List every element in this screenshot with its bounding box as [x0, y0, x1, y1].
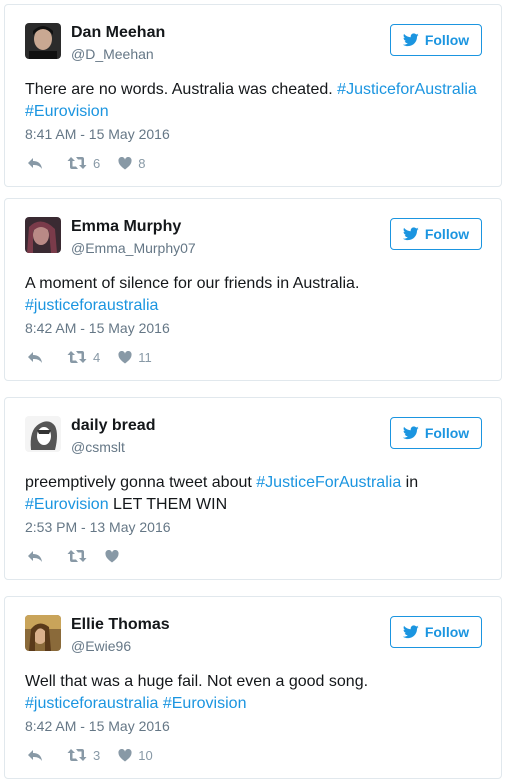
retweet-icon [67, 549, 87, 563]
tweet-actions [27, 547, 119, 565]
user-handle[interactable]: @Ewie96 [71, 637, 131, 655]
timestamp[interactable]: 8:42 AM - 15 May 2016 [25, 319, 170, 337]
like-button[interactable]: 11 [118, 350, 152, 365]
tweet-text-segment: A moment of silence for our friends in A… [25, 275, 360, 292]
heart-icon [118, 748, 132, 762]
retweet-button[interactable]: 3 [67, 748, 100, 763]
tweet-card: Emma Murphy @Emma_Murphy07 Follow A mome… [4, 198, 502, 381]
avatar[interactable] [25, 615, 61, 651]
hashtag-link[interactable]: #Eurovision [163, 695, 247, 712]
user-handle[interactable]: @csmslt [71, 438, 125, 456]
like-count: 11 [138, 349, 152, 365]
like-count: 10 [138, 747, 153, 763]
timestamp[interactable]: 8:42 AM - 15 May 2016 [25, 717, 170, 735]
retweet-count: 4 [93, 349, 101, 365]
user-handle[interactable]: @Emma_Murphy07 [71, 239, 196, 257]
tweet-card: Dan Meehan @D_Meehan Follow There are no… [4, 4, 502, 187]
tweet-card: daily bread @csmslt Follow preemptively … [4, 397, 502, 580]
follow-button[interactable]: Follow [390, 24, 482, 56]
tweet-actions: 6 8 [27, 154, 145, 172]
retweet-icon [67, 156, 87, 170]
heart-icon [105, 549, 119, 563]
timestamp[interactable]: 8:41 AM - 15 May 2016 [25, 125, 170, 143]
hashtag-link[interactable]: #Eurovision [25, 496, 109, 513]
tweet-text: A moment of silence for our friends in A… [25, 273, 487, 317]
like-button[interactable] [105, 549, 119, 563]
reply-button[interactable] [27, 350, 43, 364]
reply-button[interactable] [27, 549, 43, 563]
tweet-text-segment: LET THEM WIN [108, 496, 228, 513]
reply-icon [27, 748, 43, 762]
hashtag-link[interactable]: #JusticeforAustralia [337, 81, 477, 98]
tweet-text: preemptively gonna tweet about #JusticeF… [25, 472, 487, 516]
display-name[interactable]: Ellie Thomas [71, 615, 170, 635]
twitter-bird-icon [402, 33, 419, 47]
tweet-actions: 3 10 [27, 746, 153, 764]
tweet-text-segment: Well that was a huge fail. Not even a go… [25, 673, 369, 690]
reply-button[interactable] [27, 748, 43, 762]
hashtag-link[interactable]: #justiceforaustralia [25, 297, 158, 314]
hashtag-link[interactable]: #JusticeForAustralia [256, 474, 401, 491]
follow-label: Follow [424, 32, 470, 48]
follow-button[interactable]: Follow [390, 616, 482, 648]
avatar[interactable] [25, 217, 61, 253]
tweet-text-segment: There are no words. Australia was cheate… [25, 81, 338, 98]
avatar[interactable] [25, 416, 61, 452]
tweet-text-segment: in [401, 474, 419, 491]
heart-icon [118, 350, 132, 364]
timestamp[interactable]: 2:53 PM - 13 May 2016 [25, 518, 171, 536]
tweet-text-segment: preemptively gonna tweet about [25, 474, 257, 491]
retweet-button[interactable] [67, 549, 87, 563]
hashtag-link[interactable]: #Eurovision [25, 103, 109, 120]
like-count: 8 [138, 155, 146, 171]
tweet-actions: 4 11 [27, 348, 152, 366]
tweet-text: There are no words. Australia was cheate… [25, 79, 487, 123]
heart-icon [118, 156, 132, 170]
display-name[interactable]: Dan Meehan [71, 23, 165, 43]
twitter-bird-icon [402, 227, 419, 241]
follow-label: Follow [424, 425, 470, 441]
retweet-icon [67, 350, 87, 364]
follow-label: Follow [424, 226, 470, 242]
twitter-bird-icon [402, 426, 419, 440]
retweet-button[interactable]: 6 [67, 156, 100, 171]
follow-button[interactable]: Follow [390, 417, 482, 449]
user-handle[interactable]: @D_Meehan [71, 45, 154, 63]
retweet-count: 3 [93, 747, 101, 763]
display-name[interactable]: Emma Murphy [71, 217, 181, 237]
reply-icon [27, 350, 43, 364]
retweet-icon [67, 748, 87, 762]
reply-icon [27, 156, 43, 170]
display-name[interactable]: daily bread [71, 416, 155, 436]
follow-button[interactable]: Follow [390, 218, 482, 250]
hashtag-link[interactable]: #justiceforaustralia [25, 695, 158, 712]
twitter-bird-icon [402, 625, 419, 639]
reply-icon [27, 549, 43, 563]
reply-button[interactable] [27, 156, 43, 170]
avatar[interactable] [25, 23, 61, 59]
like-button[interactable]: 8 [118, 156, 145, 171]
tweet-text: Well that was a huge fail. Not even a go… [25, 671, 487, 715]
follow-label: Follow [424, 624, 470, 640]
retweet-button[interactable]: 4 [67, 350, 100, 365]
tweet-card: Ellie Thomas @Ewie96 Follow Well that wa… [4, 596, 502, 779]
retweet-count: 6 [93, 155, 101, 171]
like-button[interactable]: 10 [118, 747, 153, 763]
